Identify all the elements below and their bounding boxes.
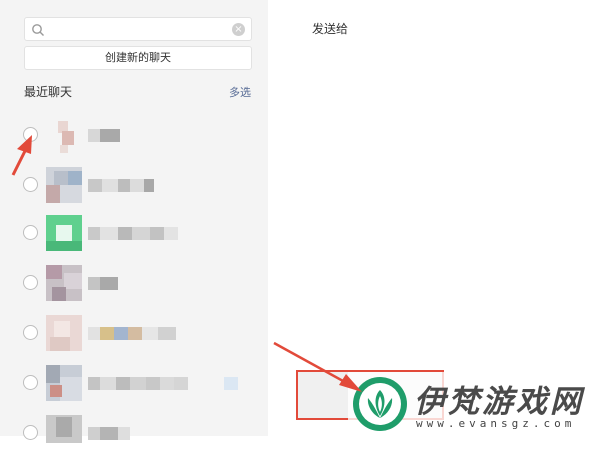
radio-button[interactable] — [23, 325, 38, 340]
watermark-title: 伊梵游戏网 — [414, 384, 584, 420]
clear-icon[interactable]: × — [232, 23, 245, 36]
recent-chat-list — [0, 108, 268, 443]
search-icon — [32, 24, 44, 36]
avatar — [46, 415, 82, 451]
radio-button[interactable] — [23, 425, 38, 440]
chat-row[interactable] — [0, 358, 268, 408]
chat-row[interactable] — [0, 110, 268, 160]
avatar — [46, 265, 82, 301]
multi-select-link[interactable]: 多选 — [229, 84, 251, 100]
chat-row[interactable] — [0, 258, 268, 308]
chat-row[interactable] — [0, 160, 268, 210]
search-box[interactable]: × — [24, 17, 252, 41]
radio-button[interactable] — [23, 177, 38, 192]
leaf-logo-icon — [353, 377, 407, 431]
recent-chats-title: 最近聊天 — [24, 85, 73, 99]
chat-row[interactable] — [0, 208, 268, 258]
avatar — [46, 167, 82, 203]
avatar — [46, 365, 82, 401]
site-watermark: 伊梵游戏网 www.evansgz.com — [348, 372, 600, 436]
radio-button[interactable] — [23, 225, 38, 240]
avatar — [46, 215, 82, 251]
radio-button[interactable] — [23, 127, 38, 142]
radio-button[interactable] — [23, 375, 38, 390]
search-input[interactable] — [49, 20, 224, 38]
send-to-title: 发送给 — [312, 22, 349, 36]
avatar — [46, 315, 82, 351]
chat-row[interactable] — [0, 308, 268, 358]
chat-row[interactable] — [0, 408, 268, 458]
new-chat-button[interactable]: 创建新的聊天 — [24, 46, 252, 70]
radio-button[interactable] — [23, 275, 38, 290]
chat-picker-pane: × 创建新的聊天 最近聊天 多选 — [0, 0, 268, 443]
avatar — [46, 117, 82, 153]
watermark-url: www.evansgz.com — [416, 417, 576, 430]
